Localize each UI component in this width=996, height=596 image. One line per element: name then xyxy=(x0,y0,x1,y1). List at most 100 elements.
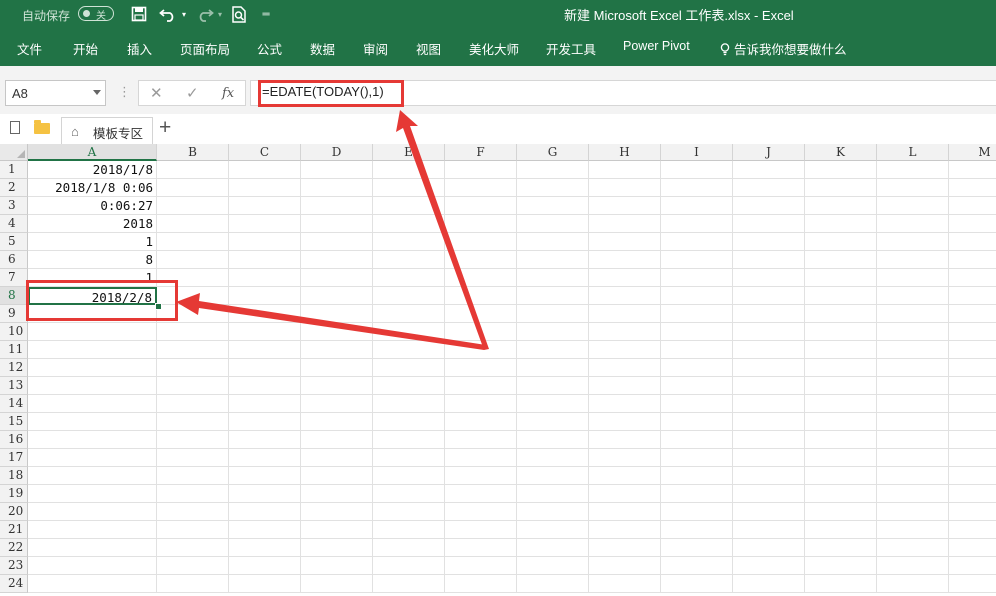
cell-c4[interactable] xyxy=(229,215,301,233)
cell-m13[interactable] xyxy=(949,377,996,395)
add-tab-icon[interactable]: + xyxy=(159,116,171,140)
cell-g21[interactable] xyxy=(517,521,589,539)
cell-j15[interactable] xyxy=(733,413,805,431)
row-header-10[interactable]: 10 xyxy=(0,323,28,341)
cell-i6[interactable] xyxy=(661,251,733,269)
undo-icon[interactable] xyxy=(158,3,178,25)
cell-f16[interactable] xyxy=(445,431,517,449)
row-header-16[interactable]: 16 xyxy=(0,431,28,449)
cell-b19[interactable] xyxy=(157,485,229,503)
row-header-15[interactable]: 15 xyxy=(0,413,28,431)
cell-m23[interactable] xyxy=(949,557,996,575)
cell-l3[interactable] xyxy=(877,197,949,215)
cell-m8[interactable] xyxy=(949,287,996,305)
cell-k23[interactable] xyxy=(805,557,877,575)
cell-b3[interactable] xyxy=(157,197,229,215)
cell-c16[interactable] xyxy=(229,431,301,449)
cell-i24[interactable] xyxy=(661,575,733,593)
cell-d24[interactable] xyxy=(301,575,373,593)
row-header-4[interactable]: 4 xyxy=(0,215,28,233)
cell-b5[interactable] xyxy=(157,233,229,251)
cell-e5[interactable] xyxy=(373,233,445,251)
cell-f2[interactable] xyxy=(445,179,517,197)
cell-g8[interactable] xyxy=(517,287,589,305)
cell-m15[interactable] xyxy=(949,413,996,431)
cell-h23[interactable] xyxy=(589,557,661,575)
cell-c13[interactable] xyxy=(229,377,301,395)
cell-a13[interactable] xyxy=(28,377,157,395)
template-tab[interactable]: ⌂ 模板专区 xyxy=(61,117,153,144)
cell-f1[interactable] xyxy=(445,161,517,179)
cell-c14[interactable] xyxy=(229,395,301,413)
cell-c1[interactable] xyxy=(229,161,301,179)
cell-b11[interactable] xyxy=(157,341,229,359)
cell-c23[interactable] xyxy=(229,557,301,575)
insert-function-icon[interactable]: fx xyxy=(222,86,234,101)
cell-c20[interactable] xyxy=(229,503,301,521)
cell-c10[interactable] xyxy=(229,323,301,341)
cell-f18[interactable] xyxy=(445,467,517,485)
row-header-14[interactable]: 14 xyxy=(0,395,28,413)
cell-d21[interactable] xyxy=(301,521,373,539)
cell-d14[interactable] xyxy=(301,395,373,413)
cell-c11[interactable] xyxy=(229,341,301,359)
cell-e4[interactable] xyxy=(373,215,445,233)
row-header-11[interactable]: 11 xyxy=(0,341,28,359)
cell-m17[interactable] xyxy=(949,449,996,467)
cell-b24[interactable] xyxy=(157,575,229,593)
cell-e7[interactable] xyxy=(373,269,445,287)
cell-a15[interactable] xyxy=(28,413,157,431)
new-document-icon[interactable] xyxy=(10,121,20,134)
tab-file[interactable]: 文件 xyxy=(17,39,42,58)
cell-d2[interactable] xyxy=(301,179,373,197)
cell-e12[interactable] xyxy=(373,359,445,377)
cell-k1[interactable] xyxy=(805,161,877,179)
cell-c5[interactable] xyxy=(229,233,301,251)
column-header-f[interactable]: F xyxy=(445,144,517,161)
cell-c12[interactable] xyxy=(229,359,301,377)
cell-g10[interactable] xyxy=(517,323,589,341)
cell-a24[interactable] xyxy=(28,575,157,593)
cell-f11[interactable] xyxy=(445,341,517,359)
undo-dropdown-icon[interactable]: ▾ xyxy=(179,3,189,25)
cell-k15[interactable] xyxy=(805,413,877,431)
cell-f12[interactable] xyxy=(445,359,517,377)
cell-l1[interactable] xyxy=(877,161,949,179)
cell-h18[interactable] xyxy=(589,467,661,485)
cell-d3[interactable] xyxy=(301,197,373,215)
cell-e22[interactable] xyxy=(373,539,445,557)
cell-i3[interactable] xyxy=(661,197,733,215)
cell-l6[interactable] xyxy=(877,251,949,269)
cell-g13[interactable] xyxy=(517,377,589,395)
cell-l19[interactable] xyxy=(877,485,949,503)
cell-a11[interactable] xyxy=(28,341,157,359)
cell-m9[interactable] xyxy=(949,305,996,323)
cell-f23[interactable] xyxy=(445,557,517,575)
cell-a3[interactable]: 0:06:27 xyxy=(28,197,157,215)
save-icon[interactable] xyxy=(129,3,149,25)
cell-f13[interactable] xyxy=(445,377,517,395)
cell-m4[interactable] xyxy=(949,215,996,233)
cell-f9[interactable] xyxy=(445,305,517,323)
cell-d15[interactable] xyxy=(301,413,373,431)
cell-c24[interactable] xyxy=(229,575,301,593)
row-header-24[interactable]: 24 xyxy=(0,575,28,593)
cell-c2[interactable] xyxy=(229,179,301,197)
cell-l23[interactable] xyxy=(877,557,949,575)
cell-k18[interactable] xyxy=(805,467,877,485)
cell-k10[interactable] xyxy=(805,323,877,341)
name-box[interactable]: A8 xyxy=(5,80,106,106)
cell-k7[interactable] xyxy=(805,269,877,287)
cell-c21[interactable] xyxy=(229,521,301,539)
cell-c7[interactable] xyxy=(229,269,301,287)
cell-e16[interactable] xyxy=(373,431,445,449)
cell-f22[interactable] xyxy=(445,539,517,557)
print-preview-icon[interactable] xyxy=(229,3,249,25)
cell-l12[interactable] xyxy=(877,359,949,377)
cell-k20[interactable] xyxy=(805,503,877,521)
cell-h1[interactable] xyxy=(589,161,661,179)
column-header-b[interactable]: B xyxy=(157,144,229,161)
row-header-17[interactable]: 17 xyxy=(0,449,28,467)
tell-me-box[interactable]: 告诉我你想要做什么 xyxy=(720,39,847,58)
cell-e10[interactable] xyxy=(373,323,445,341)
